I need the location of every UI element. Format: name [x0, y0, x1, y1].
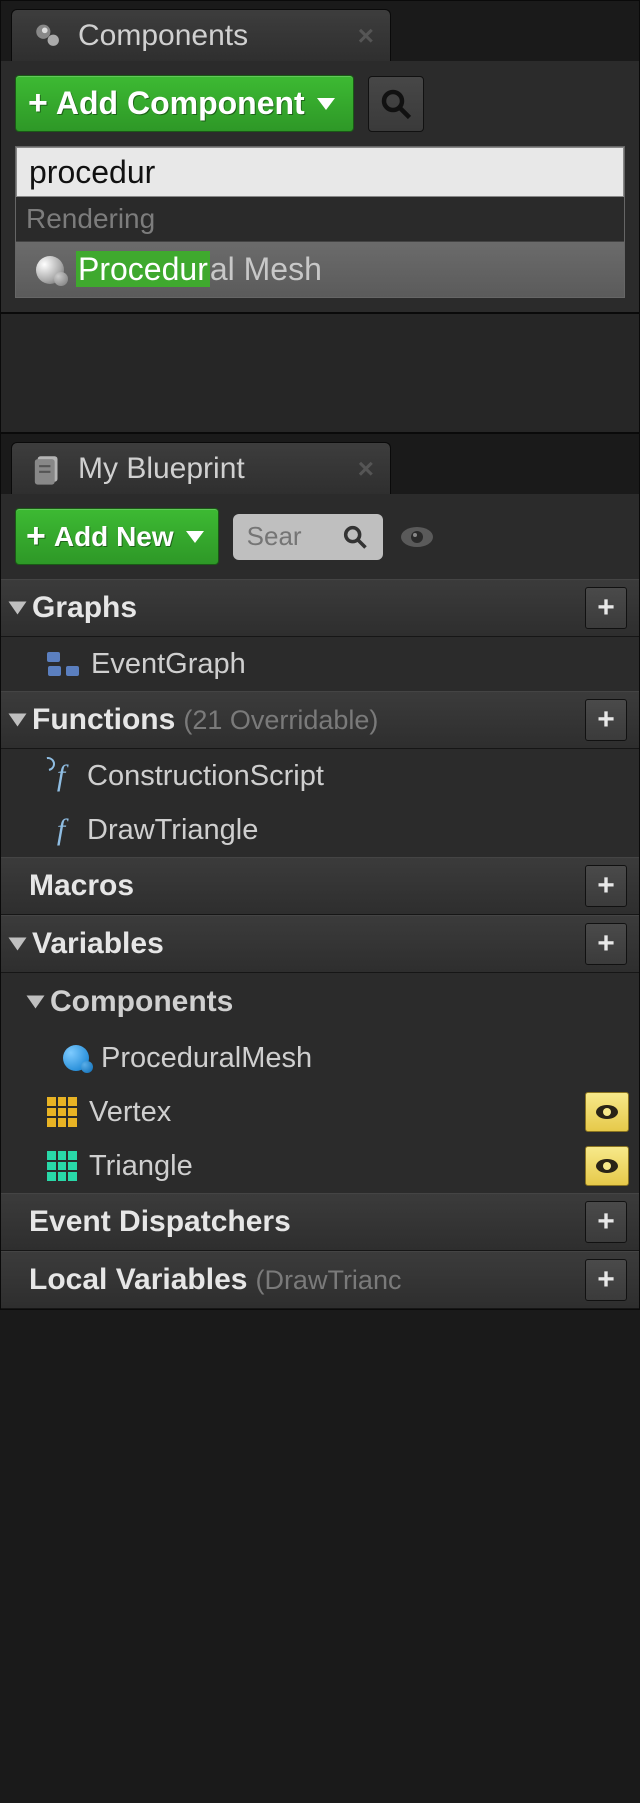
variables-label: Variables — [32, 927, 164, 961]
plus-icon: + — [28, 84, 48, 123]
eventgraph-label: EventGraph — [91, 648, 246, 681]
match-highlight: Procedur — [76, 251, 210, 287]
search-button[interactable] — [368, 76, 424, 132]
section-components-sub[interactable]: Components — [1, 973, 639, 1031]
blueprint-tab-title: My Blueprint — [78, 452, 245, 486]
visibility-dropdown[interactable] — [397, 524, 443, 550]
blueprint-icon — [32, 452, 66, 486]
add-new-button[interactable]: + Add New — [15, 508, 219, 565]
add-macro-button[interactable]: + — [585, 865, 627, 907]
add-new-label: Add New — [54, 521, 174, 553]
components-toolbar: + Add Component — [1, 61, 639, 146]
functions-label: Functions — [32, 703, 175, 737]
array-icon — [47, 1151, 77, 1181]
functions-count: (21 Overridable) — [183, 705, 378, 736]
search-icon — [378, 86, 414, 122]
visibility-toggle[interactable] — [585, 1146, 629, 1186]
triangle-label: Triangle — [89, 1150, 193, 1183]
panel-spacer — [0, 313, 640, 433]
add-component-label: Add Component — [56, 85, 305, 122]
array-icon — [47, 1097, 77, 1127]
close-icon[interactable]: × — [358, 453, 374, 485]
search-icon — [341, 523, 369, 551]
component-dropdown: Rendering Procedural Mesh — [15, 146, 625, 298]
vertex-label: Vertex — [89, 1096, 171, 1129]
macros-label: Macros — [29, 869, 134, 903]
result-procedural-mesh[interactable]: Procedural Mesh — [16, 241, 624, 297]
graphs-label: Graphs — [32, 591, 137, 625]
section-localvars[interactable]: Local Variables (DrawTrianc + — [1, 1251, 639, 1309]
close-icon[interactable]: × — [358, 20, 374, 52]
expand-icon — [9, 714, 27, 727]
components-tab-bar: Components × — [1, 1, 639, 61]
add-localvar-button[interactable]: + — [585, 1259, 627, 1301]
my-blueprint-panel: My Blueprint × + Add New — [0, 433, 640, 1310]
eventgraph-icon — [47, 652, 79, 676]
visibility-toggle[interactable] — [585, 1092, 629, 1132]
result-text: Procedural Mesh — [76, 251, 322, 288]
section-macros[interactable]: Macros + — [1, 857, 639, 915]
proceduralmesh-label: ProceduralMesh — [101, 1042, 312, 1075]
add-component-button[interactable]: + Add Component — [15, 75, 354, 132]
section-functions[interactable]: Functions (21 Overridable) + — [1, 691, 639, 749]
add-function-button[interactable]: + — [585, 699, 627, 741]
add-variable-button[interactable]: + — [585, 923, 627, 965]
item-triangle[interactable]: Triangle — [1, 1139, 639, 1193]
category-rendering: Rendering — [16, 197, 624, 241]
plus-icon: + — [26, 517, 46, 556]
section-graphs[interactable]: Graphs + — [1, 579, 639, 637]
components-icon — [32, 19, 66, 53]
components-body: + Add Component Rendering Procedural Mes… — [1, 61, 639, 298]
blueprint-body: + Add New — [1, 494, 639, 1309]
function-icon: f — [47, 813, 75, 847]
eye-icon — [594, 1103, 620, 1121]
match-remainder: al Mesh — [210, 251, 322, 287]
item-drawtriangle[interactable]: f DrawTriangle — [1, 803, 639, 857]
components-tab-title: Components — [78, 19, 248, 53]
localvars-label: Local Variables — [29, 1263, 247, 1297]
expand-icon — [27, 996, 45, 1009]
mesh-icon — [36, 256, 64, 284]
expand-icon — [9, 938, 27, 951]
blueprint-search[interactable] — [233, 514, 383, 560]
add-graph-button[interactable]: + — [585, 587, 627, 629]
dispatchers-label: Event Dispatchers — [29, 1205, 291, 1239]
expand-icon — [9, 602, 27, 615]
item-vertex[interactable]: Vertex — [1, 1085, 639, 1139]
function-icon: f — [47, 759, 75, 793]
item-constructionscript[interactable]: f ConstructionScript — [1, 749, 639, 803]
item-eventgraph[interactable]: EventGraph — [1, 637, 639, 691]
blueprint-tab-bar: My Blueprint × — [1, 434, 639, 494]
component-search-input[interactable] — [16, 147, 624, 197]
eye-icon — [594, 1157, 620, 1175]
chevron-down-icon — [317, 98, 335, 110]
components-tab[interactable]: Components × — [11, 9, 391, 61]
procedural-mesh-icon — [63, 1045, 89, 1071]
section-dispatchers[interactable]: Event Dispatchers + — [1, 1193, 639, 1251]
section-variables[interactable]: Variables + — [1, 915, 639, 973]
blueprint-tab[interactable]: My Blueprint × — [11, 442, 391, 494]
components-sub-label: Components — [50, 985, 233, 1019]
blueprint-search-input[interactable] — [247, 521, 333, 552]
components-panel: Components × + Add Component Rendering — [0, 0, 640, 313]
constructionscript-label: ConstructionScript — [87, 760, 324, 793]
add-dispatcher-button[interactable]: + — [585, 1201, 627, 1243]
chevron-down-icon — [186, 531, 204, 543]
eye-icon — [397, 524, 437, 550]
drawtriangle-label: DrawTriangle — [87, 814, 258, 847]
blueprint-toolbar: + Add New — [1, 494, 639, 579]
item-proceduralmesh[interactable]: ProceduralMesh — [1, 1031, 639, 1085]
localvars-ann: (DrawTrianc — [255, 1265, 401, 1296]
